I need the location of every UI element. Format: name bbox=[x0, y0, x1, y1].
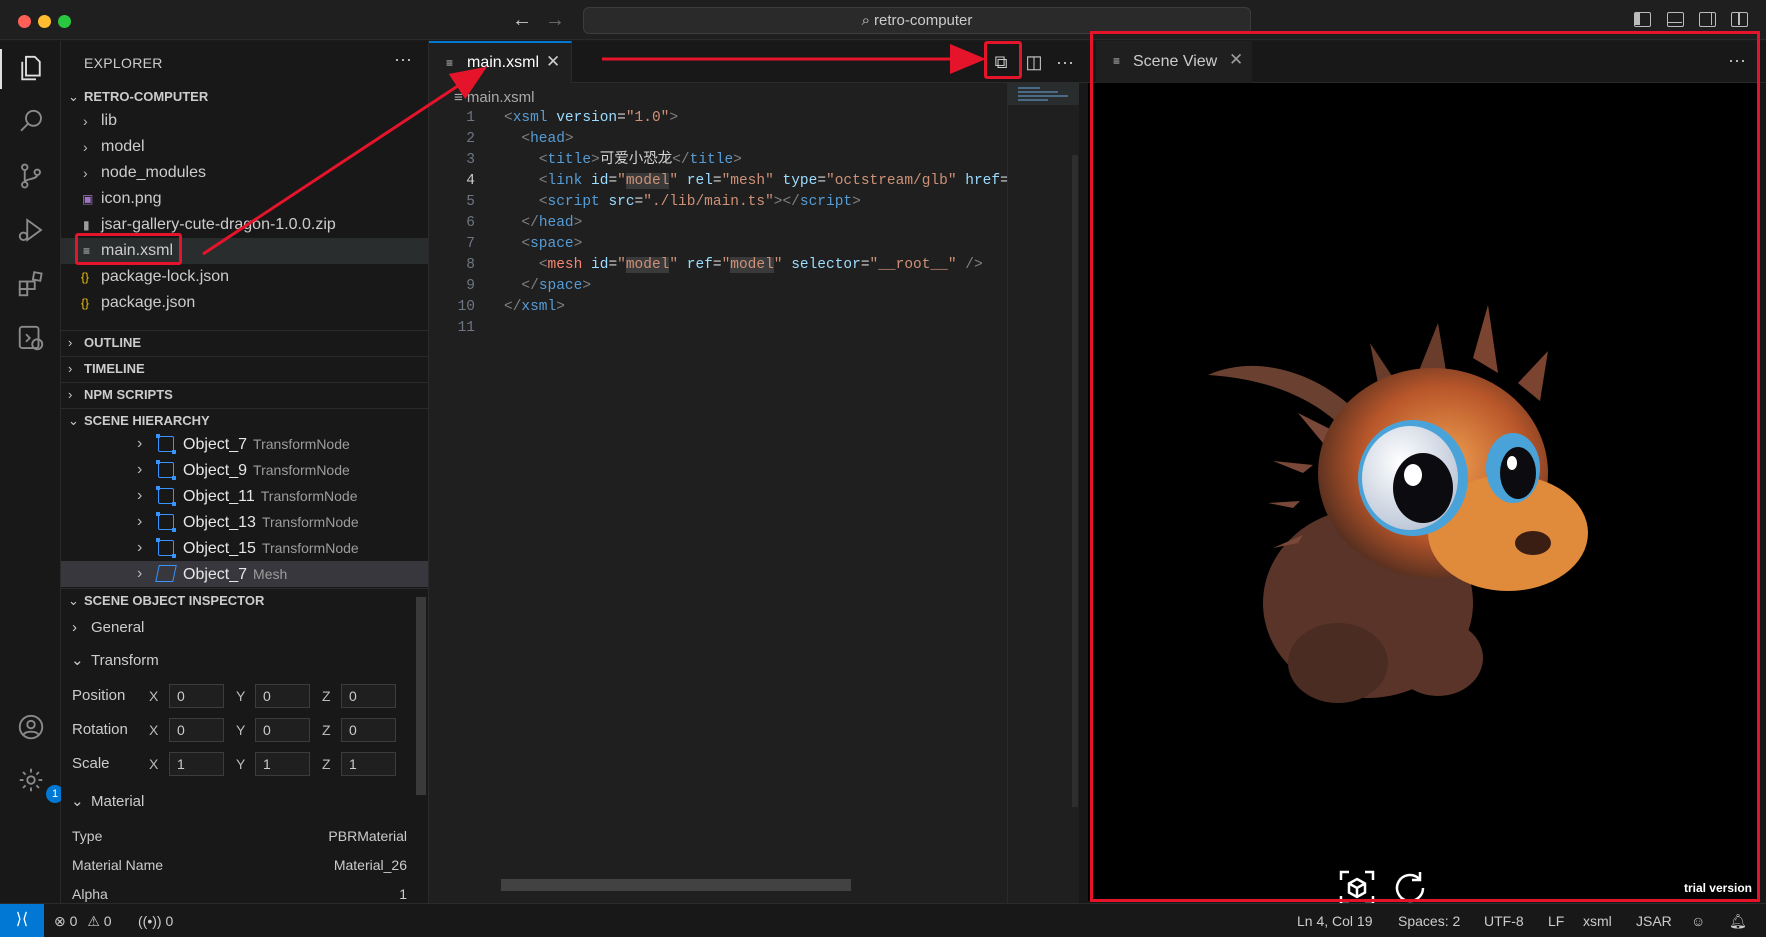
language-mode[interactable]: xsml bbox=[1583, 913, 1612, 929]
status-bar: ⟩⟨ ⊗ 0 ⚠ 0 ((•)) 0 Ln 4, Col 19 Spaces: … bbox=[0, 903, 1766, 937]
arrow-file-to-tab bbox=[202, 66, 488, 256]
remote-indicator-icon[interactable]: ⟩⟨ bbox=[0, 904, 44, 937]
end-of-line[interactable]: LF bbox=[1548, 913, 1564, 929]
error-icon: ⊗ bbox=[54, 913, 66, 929]
jsar-status[interactable]: JSAR bbox=[1636, 913, 1672, 929]
ports-indicator[interactable]: ((•)) 0 bbox=[138, 913, 173, 929]
warning-icon: ⚠ bbox=[87, 913, 100, 929]
annotation-arrows bbox=[202, 44, 986, 256]
ports-count: 0 bbox=[165, 913, 174, 929]
problems-indicator[interactable]: ⊗ 0 ⚠ 0 bbox=[54, 913, 112, 930]
notifications-bell-icon[interactable]: 🔔︎ bbox=[1729, 913, 1747, 930]
cursor-position[interactable]: Ln 4, Col 19 bbox=[1297, 913, 1373, 929]
encoding[interactable]: UTF-8 bbox=[1484, 913, 1524, 929]
warning-count: 0 bbox=[103, 913, 112, 929]
copilot-icon[interactable]: ☺ bbox=[1691, 913, 1705, 929]
indentation[interactable]: Spaces: 2 bbox=[1398, 913, 1460, 929]
antenna-icon: ((•)) bbox=[138, 913, 162, 929]
error-count: 0 bbox=[69, 913, 78, 929]
